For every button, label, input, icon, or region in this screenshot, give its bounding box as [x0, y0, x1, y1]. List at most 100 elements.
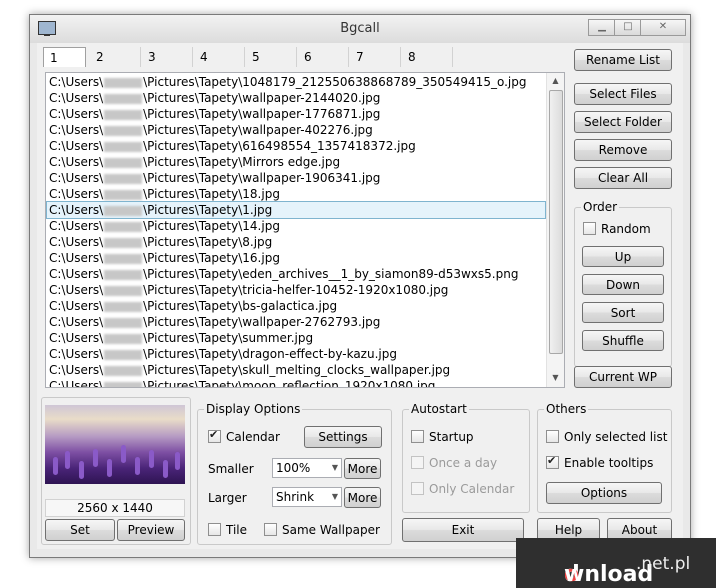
random-checkbox[interactable]: Random: [583, 222, 651, 236]
order-group: Order Random Up Down Sort Shuffle: [574, 200, 672, 367]
down-button[interactable]: Down: [582, 274, 664, 295]
redacted-username: [104, 365, 143, 376]
list-item[interactable]: C:\Users\ \Pictures\Tapety\14.jpg: [49, 218, 280, 234]
flower-shape: [149, 450, 154, 468]
options-button[interactable]: Options: [546, 482, 662, 504]
redacted-username: [104, 269, 143, 280]
main-window: Bgcall ▁ □ ✕ 1 2 3 4 5 6 7 8 C:\Users\ \P…: [29, 14, 691, 558]
redacted-username: [104, 93, 143, 104]
flower-shape: [65, 451, 70, 469]
checkbox-box[interactable]: [208, 523, 221, 536]
list-item[interactable]: C:\Users\ \Pictures\Tapety\18.jpg: [49, 186, 280, 202]
list-item[interactable]: C:\Users\ \Pictures\Tapety\summer.jpg: [49, 330, 313, 346]
others-group: Others Only selected list Enable tooltip…: [537, 402, 672, 513]
exit-button[interactable]: Exit: [402, 518, 524, 542]
list-item[interactable]: C:\Users\ \Pictures\Tapety\dragon-effect-…: [49, 346, 397, 362]
redacted-username: [104, 77, 143, 88]
redacted-username: [104, 237, 143, 248]
redacted-username: [104, 125, 143, 136]
larger-label: Larger: [208, 491, 247, 505]
tab-7[interactable]: 7: [350, 47, 401, 67]
random-label: Random: [601, 222, 651, 236]
redacted-username: [104, 317, 143, 328]
enable-tooltips-checkbox[interactable]: Enable tooltips: [546, 454, 654, 470]
close-button[interactable]: ✕: [640, 19, 686, 36]
list-item[interactable]: C:\Users\ \Pictures\Tapety\616498554_1357…: [49, 138, 416, 154]
flower-shape: [163, 460, 168, 478]
tab-2[interactable]: 2: [90, 47, 141, 67]
preview-button[interactable]: Preview: [117, 519, 185, 541]
maximize-button[interactable]: □: [614, 19, 642, 36]
list-scrollbar[interactable]: ▲ ▼: [546, 73, 564, 387]
once-a-day-label: Once a day: [429, 456, 498, 470]
list-item[interactable]: C:\Users\ \Pictures\Tapety\tricia-helfer-…: [49, 282, 448, 298]
checkbox-box[interactable]: [264, 523, 277, 536]
watermark-suffix: .net.pl: [636, 554, 691, 574]
list-item[interactable]: C:\Users\ \Pictures\Tapety\Mirrors edge.j…: [49, 154, 340, 170]
larger-more-button[interactable]: More: [344, 487, 381, 508]
smaller-label: Smaller: [208, 462, 254, 476]
sort-button[interactable]: Sort: [582, 302, 664, 323]
shuffle-button[interactable]: Shuffle: [582, 330, 664, 351]
redacted-username: [104, 381, 143, 387]
list-item[interactable]: C:\Users\ \Pictures\Tapety\wallpaper-1776…: [49, 106, 380, 122]
list-item[interactable]: C:\Users\ \Pictures\Tapety\16.jpg: [49, 250, 280, 266]
tab-6[interactable]: 6: [298, 47, 349, 67]
file-list[interactable]: C:\Users\ \Pictures\Tapety\1048179_212550…: [45, 72, 565, 388]
list-item[interactable]: C:\Users\ \Pictures\Tapety\bs-galactica.j…: [49, 298, 337, 314]
redacted-username: [104, 157, 143, 168]
minimize-button[interactable]: ▁: [588, 19, 616, 36]
same-wallpaper-checkbox[interactable]: Same Wallpaper: [264, 523, 380, 537]
redacted-username: [104, 221, 143, 232]
smaller-more-button[interactable]: More: [344, 458, 381, 479]
list-item[interactable]: C:\Users\ \Pictures\Tapety\wallpaper-2144…: [49, 90, 380, 106]
select-files-button[interactable]: Select Files: [574, 83, 672, 105]
list-item[interactable]: C:\Users\ \Pictures\Tapety\skull_melting_…: [49, 362, 450, 378]
scroll-thumb[interactable]: [549, 90, 563, 354]
rename-list-button[interactable]: Rename List: [574, 49, 672, 71]
larger-select[interactable]: Shrink ▼: [272, 487, 342, 507]
calendar-label: Calendar: [226, 430, 280, 444]
list-item[interactable]: C:\Users\ \Pictures\Tapety\eden_archives_…: [49, 266, 518, 282]
display-options-group: Display Options Calendar Settings Smalle…: [197, 402, 392, 545]
list-item[interactable]: C:\Users\ \Pictures\Tapety\wallpaper-2762…: [49, 314, 380, 330]
startup-checkbox[interactable]: Startup: [411, 430, 474, 444]
select-folder-button[interactable]: Select Folder: [574, 111, 672, 133]
chevron-down-icon: ▼: [331, 463, 338, 472]
scroll-up-arrow-icon[interactable]: ▲: [547, 73, 564, 89]
enable-tooltips-label: Enable tooltips: [564, 456, 654, 470]
clear-all-button[interactable]: Clear All: [574, 167, 672, 189]
list-item[interactable]: C:\Users\ \Pictures\Tapety\8.jpg: [49, 234, 272, 250]
checkbox-box[interactable]: [583, 222, 596, 235]
display-options-legend: Display Options: [204, 402, 303, 416]
larger-value: Shrink: [276, 490, 315, 504]
list-item-selected[interactable]: C:\Users\ \Pictures\Tapety\1.jpg: [46, 201, 546, 219]
flower-shape: [107, 459, 112, 477]
scroll-down-arrow-icon[interactable]: ▼: [547, 370, 564, 386]
checkbox-box[interactable]: [208, 428, 221, 443]
checkbox-box[interactable]: [411, 430, 424, 443]
list-item[interactable]: C:\Users\ \Pictures\Tapety\moon_reflectio…: [49, 378, 435, 387]
tab-8[interactable]: 8: [402, 47, 453, 67]
flower-shape: [53, 457, 58, 475]
checkbox-box[interactable]: [546, 454, 559, 469]
tab-1[interactable]: 1: [43, 47, 86, 67]
current-wp-button[interactable]: Current WP: [574, 366, 672, 388]
set-button[interactable]: Set: [45, 519, 115, 541]
tab-5[interactable]: 5: [246, 47, 297, 67]
redacted-username: [104, 333, 143, 344]
smaller-select[interactable]: 100% ▼: [272, 458, 342, 478]
settings-button[interactable]: Settings: [304, 426, 382, 448]
title-bar[interactable]: Bgcall ▁ □ ✕: [30, 15, 690, 43]
checkbox-box[interactable]: [546, 430, 559, 443]
tab-3[interactable]: 3: [142, 47, 193, 67]
list-item[interactable]: C:\Users\ \Pictures\Tapety\wallpaper-1906…: [49, 170, 380, 186]
remove-button[interactable]: Remove: [574, 139, 672, 161]
list-item[interactable]: C:\Users\ \Pictures\Tapety\wallpaper-4022…: [49, 122, 373, 138]
only-selected-list-checkbox[interactable]: Only selected list: [546, 430, 667, 444]
tab-4[interactable]: 4: [194, 47, 245, 67]
list-item[interactable]: C:\Users\ \Pictures\Tapety\1048179_212550…: [49, 74, 526, 90]
tile-checkbox[interactable]: Tile: [208, 523, 247, 537]
up-button[interactable]: Up: [582, 246, 664, 267]
calendar-checkbox[interactable]: Calendar: [208, 428, 280, 444]
